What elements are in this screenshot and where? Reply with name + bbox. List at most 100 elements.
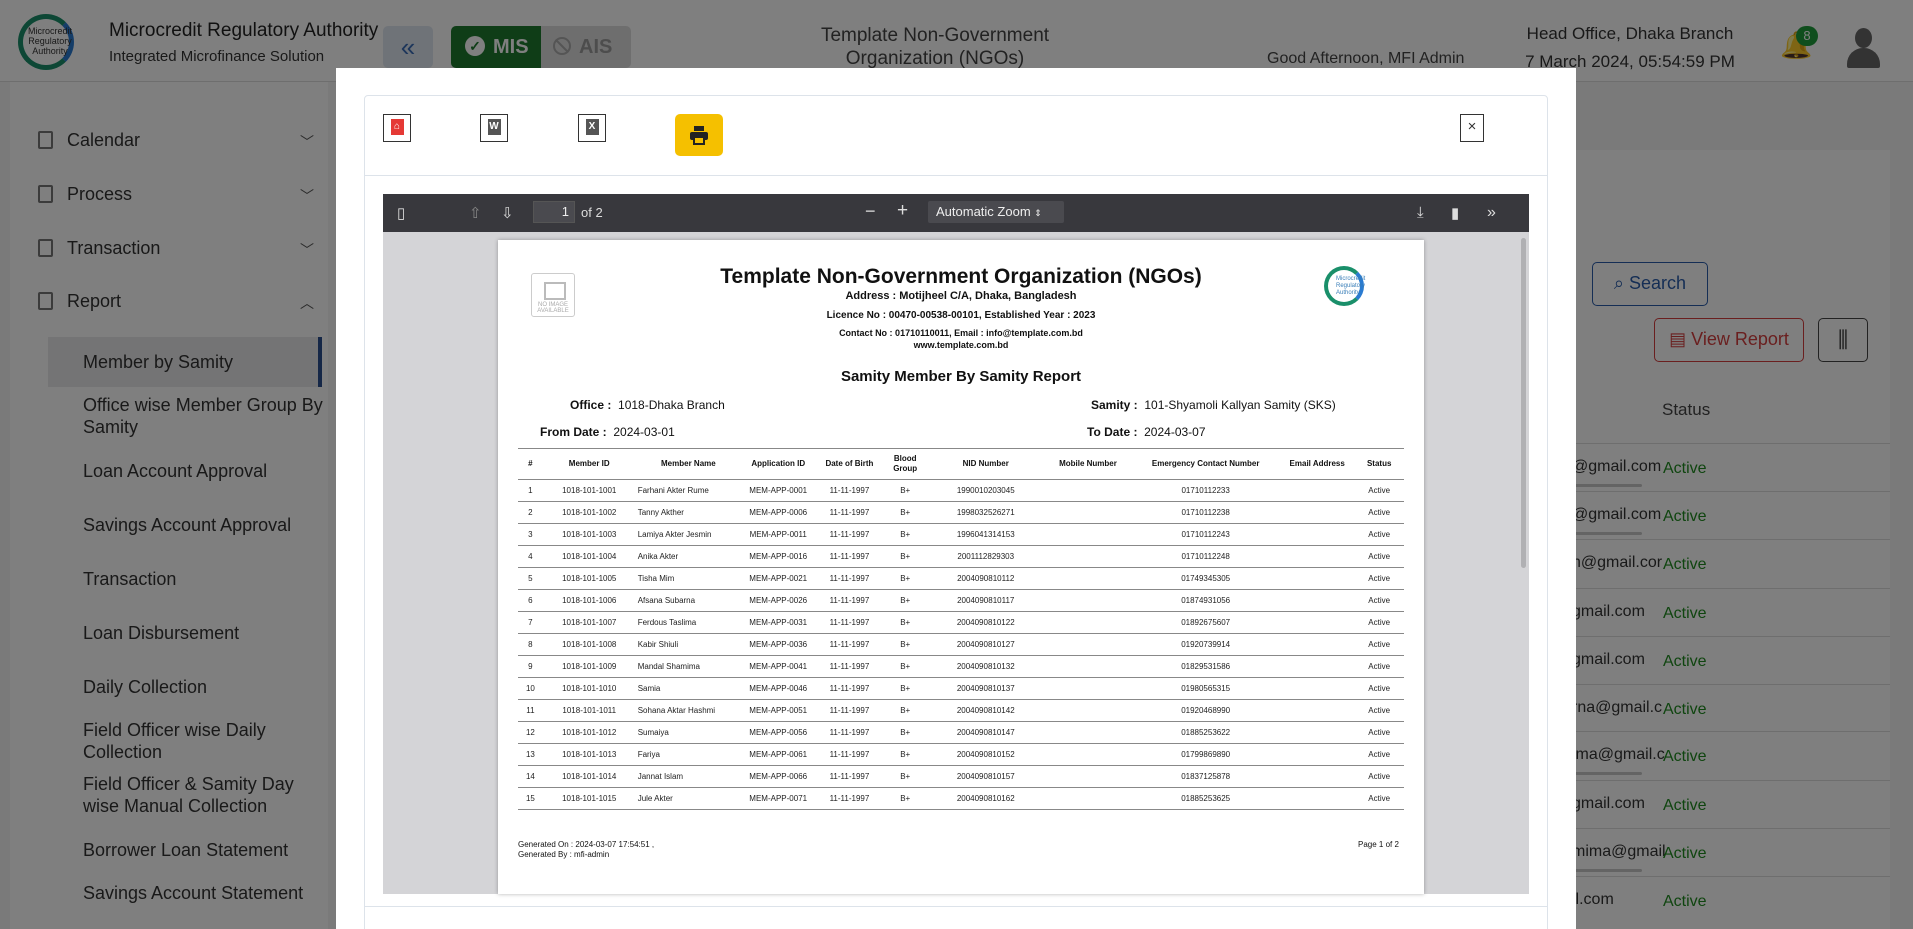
table-cell: B+ xyxy=(883,545,927,568)
table-cell: B+ xyxy=(883,633,927,656)
table-cell: B+ xyxy=(883,743,927,766)
viewer-scrollbar[interactable] xyxy=(1521,238,1526,568)
export-word-button[interactable]: W xyxy=(480,114,508,142)
excel-icon: X xyxy=(585,119,599,135)
next-page-icon[interactable]: ⇩ xyxy=(501,204,514,222)
generated-by: Generated By : mfi-admin xyxy=(518,850,610,859)
table-cell xyxy=(1280,545,1355,568)
table-cell: 7 xyxy=(518,611,543,634)
table-row: 8 1018-101-1008 Kabir Shiuli MEM-APP-0036 11… xyxy=(518,633,1404,656)
table-cell: Lamiya Akter Jesmin xyxy=(635,523,742,546)
table-cell: 1018-101-1001 xyxy=(542,479,636,502)
table-cell: 1018-101-1009 xyxy=(542,655,636,678)
table-cell: 01892675607 xyxy=(1131,611,1281,634)
table-row: 6 1018-101-1006 Afsana Subarna MEM-APP-0026… xyxy=(518,589,1404,612)
column-header: Status xyxy=(1354,448,1404,480)
table-cell: 01749345305 xyxy=(1131,567,1281,590)
table-cell: B+ xyxy=(883,611,927,634)
zoom-select[interactable]: Automatic Zoom ⇕ xyxy=(928,201,1064,223)
from-date-filter: From Date : 2024-03-01 xyxy=(540,425,675,439)
table-cell: Active xyxy=(1354,655,1404,678)
export-excel-button[interactable]: X xyxy=(578,114,606,142)
table-cell: 1018-101-1014 xyxy=(542,765,636,788)
table-cell: 1998032526271 xyxy=(926,501,1045,524)
table-row: 9 1018-101-1009 Mandal Shamima MEM-APP-0041… xyxy=(518,655,1404,678)
table-cell xyxy=(1280,721,1355,744)
table-cell xyxy=(1280,633,1355,656)
table-cell: Active xyxy=(1354,743,1404,766)
table-cell: Anika Akter xyxy=(635,545,742,568)
zoom-in-icon[interactable]: + xyxy=(897,200,908,222)
table-cell: 01710112243 xyxy=(1131,523,1281,546)
table-cell xyxy=(1044,479,1132,502)
table-cell: 9 xyxy=(518,655,543,678)
table-cell: Mandal Shamima xyxy=(635,655,742,678)
zoom-value: Automatic Zoom xyxy=(936,204,1031,219)
table-cell: Active xyxy=(1354,787,1404,810)
table-row: 1 1018-101-1001 Farhani Akter Rume MEM-APP-… xyxy=(518,479,1404,502)
previous-page-icon[interactable]: ⇧ xyxy=(469,204,482,222)
close-button[interactable]: × xyxy=(1460,114,1484,142)
table-cell: 2004090810137 xyxy=(926,677,1045,700)
table-cell: MEM-APP-0016 xyxy=(741,545,816,568)
table-cell: B+ xyxy=(883,721,927,744)
report-website: www.template.com.bd xyxy=(913,340,1009,350)
tools-menu-icon[interactable]: » xyxy=(1487,204,1496,222)
sidebar-toggle-icon[interactable]: ▯ xyxy=(397,204,405,222)
table-cell: 14 xyxy=(518,765,543,788)
table-cell: MEM-APP-0031 xyxy=(741,611,816,634)
column-header: Application ID xyxy=(741,448,816,480)
table-cell: 01710112233 xyxy=(1131,479,1281,502)
table-cell: 11-11-1997 xyxy=(815,699,884,722)
report-preview-modal: ⌂ W X × ▯ ⇧ ⇩ 1 of 2 − + Automatic Zoom … xyxy=(336,68,1576,929)
zoom-out-icon[interactable]: − xyxy=(865,201,876,222)
table-cell: Active xyxy=(1354,545,1404,568)
table-cell: Tisha Mim xyxy=(635,567,742,590)
table-cell: 1018-101-1011 xyxy=(542,699,636,722)
table-cell: MEM-APP-0066 xyxy=(741,765,816,788)
table-cell: B+ xyxy=(883,787,927,810)
table-cell: B+ xyxy=(883,677,927,700)
print-button[interactable] xyxy=(675,114,723,156)
bookmark-icon[interactable]: ▮ xyxy=(1451,204,1459,222)
table-cell: B+ xyxy=(883,699,927,722)
table-cell xyxy=(1044,699,1132,722)
report-contact: Contact No : 01710110011, Email : info@t… xyxy=(839,328,1083,338)
table-cell xyxy=(1044,567,1132,590)
table-cell: B+ xyxy=(883,479,927,502)
report-licence: Licence No : 00470-00538-00101, Establis… xyxy=(826,310,1096,321)
table-cell: 11-11-1997 xyxy=(815,743,884,766)
export-pdf-button[interactable]: ⌂ xyxy=(383,114,411,142)
table-cell: Ferdous Taslima xyxy=(635,611,742,634)
table-cell: MEM-APP-0036 xyxy=(741,633,816,656)
table-cell xyxy=(1044,743,1132,766)
table-cell: 1018-101-1004 xyxy=(542,545,636,568)
column-header: Email Address xyxy=(1280,448,1355,480)
table-row: 10 1018-101-1010 Samia MEM-APP-0046 11-11-19… xyxy=(518,677,1404,700)
table-cell xyxy=(1280,567,1355,590)
table-cell xyxy=(1044,545,1132,568)
table-cell xyxy=(1280,501,1355,524)
modal-content: ⌂ W X × ▯ ⇧ ⇩ 1 of 2 − + Automatic Zoom … xyxy=(364,95,1548,929)
table-cell: 2004090810132 xyxy=(926,655,1045,678)
column-header: NID Number xyxy=(926,448,1045,480)
table-cell: 11-11-1997 xyxy=(815,545,884,568)
table-cell: 11-11-1997 xyxy=(815,765,884,788)
page-number-input[interactable]: 1 xyxy=(533,201,575,223)
table-cell: 2004090810122 xyxy=(926,611,1045,634)
table-cell: 15 xyxy=(518,787,543,810)
table-cell: 11 xyxy=(518,699,543,722)
table-cell: MEM-APP-0071 xyxy=(741,787,816,810)
download-icon[interactable]: ⤓ xyxy=(1417,204,1424,221)
member-report-table: # Member ID Member Name Application ID Date … xyxy=(518,448,1404,810)
table-cell xyxy=(1280,589,1355,612)
table-cell: B+ xyxy=(883,655,927,678)
table-cell: B+ xyxy=(883,589,927,612)
pdf-page: NO IMAGE AVAILABLE Template Non-Governme… xyxy=(498,240,1424,894)
table-cell: Active xyxy=(1354,677,1404,700)
table-cell: Farhani Akter Rume xyxy=(635,479,742,502)
table-cell xyxy=(1280,765,1355,788)
table-cell: Afsana Subarna xyxy=(635,589,742,612)
report-address: Address : Motijheel C/A, Dhaka, Banglade… xyxy=(845,290,1077,302)
report-org-title: Template Non-Government Organization (NG… xyxy=(720,265,1202,288)
